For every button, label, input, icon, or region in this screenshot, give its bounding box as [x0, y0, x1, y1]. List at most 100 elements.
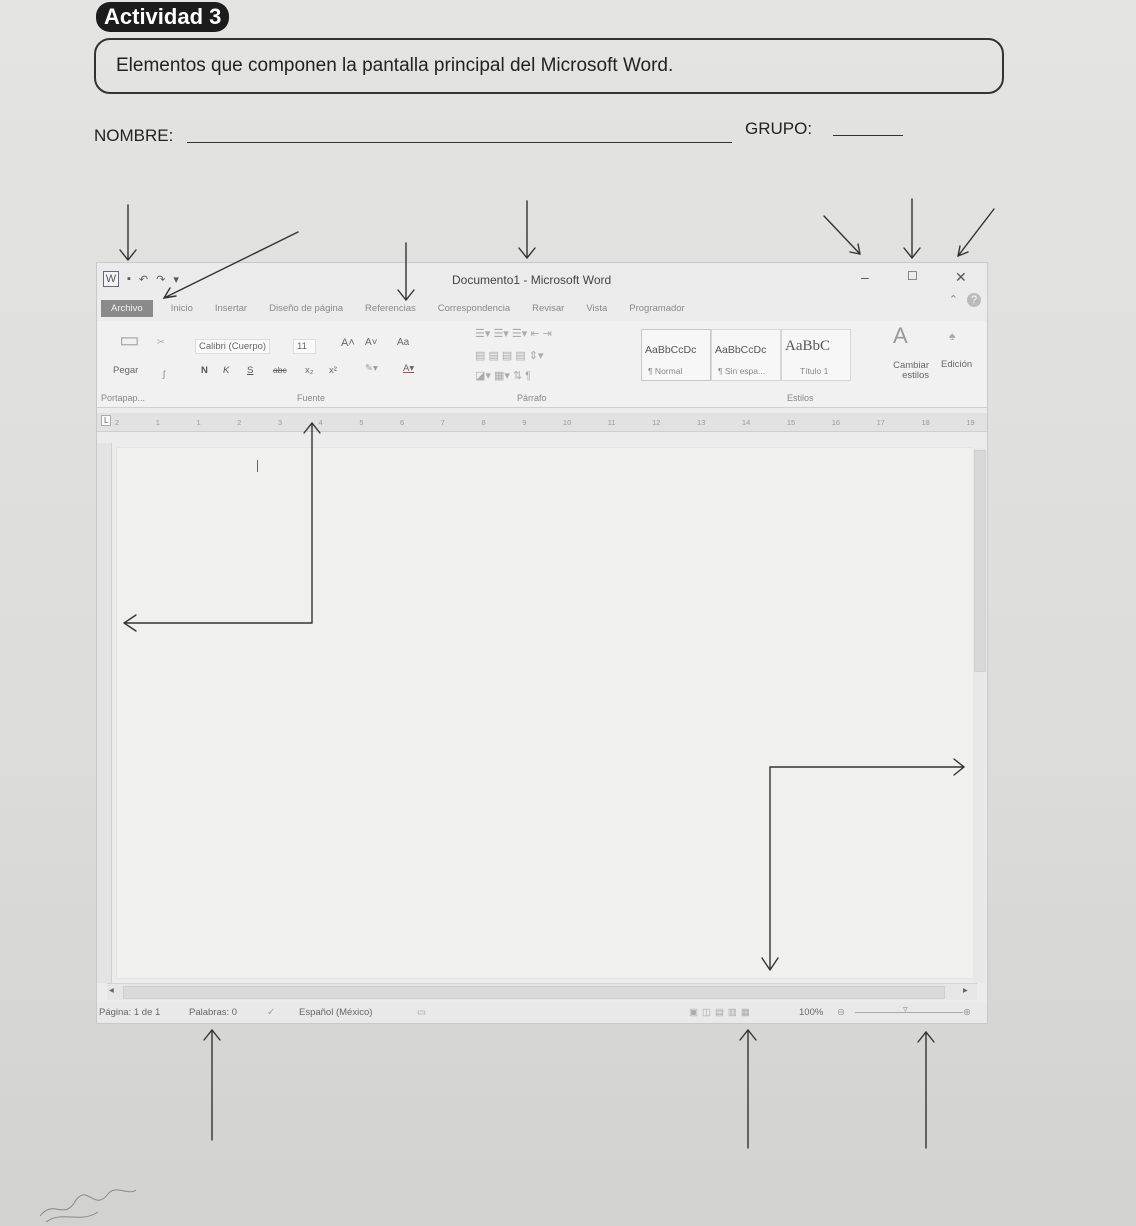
- status-language[interactable]: Español (México): [299, 1007, 372, 1018]
- horizontal-scroll-thumb[interactable]: [123, 986, 945, 999]
- arrow-statusbar: [203, 1028, 221, 1141]
- strikethrough-button[interactable]: abc: [273, 365, 287, 375]
- ruler-number: 13: [697, 417, 706, 427]
- arrow-zoom: [917, 1030, 935, 1149]
- horizontal-ruler[interactable]: L 2 1 1 2 3 4 5 6 7 8 9 10 11 12 13 14 15 16 17 18 19: [97, 413, 987, 432]
- arrow-view-buttons: [739, 1028, 757, 1149]
- macro-record-icon[interactable]: ▭: [417, 1007, 426, 1018]
- font-size-select[interactable]: 11: [293, 339, 316, 354]
- change-case-button[interactable]: Aa: [397, 337, 409, 348]
- ruler-number: 2: [237, 417, 242, 427]
- style-sin-espaciado-sample: AaBbCcDc: [715, 344, 767, 356]
- shrink-font-button[interactable]: A˅: [365, 337, 378, 348]
- tab-diseno[interactable]: Diseño de página: [269, 303, 343, 314]
- change-styles-icon[interactable]: A: [893, 323, 908, 349]
- zoom-out-icon[interactable]: ⊖: [837, 1007, 845, 1018]
- grupo-label: GRUPO:: [745, 119, 813, 138]
- header-box: Elementos que componen la pantalla princ…: [94, 38, 1004, 94]
- editing-icon[interactable]: ♠: [949, 329, 955, 343]
- group-label-font: Fuente: [297, 393, 326, 403]
- word-logo-icon: W: [103, 271, 119, 287]
- zoom-in-icon[interactable]: ⊕: [963, 1007, 971, 1018]
- style-titulo-1-label: Título 1: [800, 366, 829, 376]
- arrow-minimize: [823, 215, 861, 255]
- arrow-word-icon: [119, 204, 137, 262]
- paste-button[interactable]: Pegar: [113, 365, 138, 376]
- spellcheck-icon[interactable]: ✓: [267, 1007, 275, 1018]
- ruler-number: 7: [440, 417, 445, 427]
- tab-inicio[interactable]: Inicio: [171, 303, 193, 314]
- tab-insertar[interactable]: Insertar: [215, 303, 247, 314]
- ruler-number: 16: [831, 417, 841, 427]
- zoom-slider[interactable]: [855, 1012, 963, 1013]
- close-button[interactable]: ✕: [955, 269, 967, 286]
- horizontal-scrollbar[interactable]: ◂ ▸: [107, 983, 977, 1000]
- style-titulo-1[interactable]: AaBbC Título 1: [781, 329, 851, 381]
- ruler-number: 6: [400, 417, 405, 427]
- nombre-line: [187, 142, 732, 143]
- status-zoom[interactable]: 100%: [799, 1007, 823, 1018]
- style-normal-sample: AaBbCcDc: [645, 344, 697, 356]
- tab-selector[interactable]: L: [101, 415, 112, 426]
- style-normal[interactable]: AaBbCcDc ¶ Normal: [641, 329, 711, 381]
- word-window: W ▪ ↶ ↷ ▾ Documento1 - Microsoft Word – …: [96, 262, 988, 1024]
- tab-programador[interactable]: Programador: [629, 303, 684, 314]
- format-painter-icon[interactable]: ʃ: [163, 369, 165, 380]
- status-words[interactable]: Palabras: 0: [189, 1007, 237, 1018]
- help-icons[interactable]: ⌃ ?: [949, 293, 981, 307]
- tab-vista[interactable]: Vista: [586, 303, 607, 314]
- ruler-number: 10: [562, 417, 572, 427]
- document-title: Documento1 - Microsoft Word: [452, 273, 612, 287]
- document-page[interactable]: [117, 448, 973, 978]
- shading-icons[interactable]: ◪▾ ▦▾ ⇅ ¶: [475, 369, 531, 382]
- scroll-right-icon[interactable]: ▸: [963, 985, 968, 996]
- vertical-scroll-thumb[interactable]: [974, 450, 986, 672]
- redo-icon[interactable]: ↷: [156, 273, 165, 286]
- change-styles-button[interactable]: Cambiar estilos: [883, 361, 929, 381]
- minimize-button[interactable]: –: [861, 269, 869, 285]
- ruler-number: 4: [318, 417, 323, 427]
- maximize-button[interactable]: ☐: [907, 269, 918, 283]
- style-sin-espaciado-label: ¶ Sin espa...: [718, 366, 766, 376]
- bullets-icon[interactable]: ☰▾ ☰▾ ☰▾ ⇤ ⇥: [475, 327, 552, 340]
- editing-button[interactable]: Edición: [941, 359, 972, 370]
- bold-button[interactable]: N: [201, 365, 208, 376]
- undo-icon[interactable]: ↶: [139, 273, 148, 286]
- tab-archivo[interactable]: Archivo: [101, 299, 153, 317]
- grow-font-button[interactable]: A˄: [341, 337, 355, 349]
- ruler-number: 5: [359, 417, 364, 427]
- help-icon[interactable]: ?: [967, 293, 981, 307]
- quick-access-toolbar[interactable]: W ▪ ↶ ↷ ▾: [103, 271, 179, 287]
- style-normal-label: ¶ Normal: [648, 366, 683, 376]
- underline-button[interactable]: S: [247, 365, 253, 376]
- cut-icon[interactable]: ✂: [157, 337, 165, 348]
- qat-dropdown-icon[interactable]: ▾: [173, 273, 179, 286]
- style-sin-espaciado[interactable]: AaBbCcDc ¶ Sin espa...: [711, 329, 781, 381]
- clipboard-icon[interactable]: ▭: [119, 327, 140, 353]
- align-icons[interactable]: ▤ ▤ ▤ ▤ ⇕▾: [475, 349, 544, 362]
- font-name-select[interactable]: Calibri (Cuerpo): [195, 339, 271, 354]
- tab-revisar[interactable]: Revisar: [532, 303, 564, 314]
- subscript-button[interactable]: x₂: [305, 365, 313, 376]
- tab-referencias[interactable]: Referencias: [365, 303, 416, 314]
- ruler-number: 11: [607, 417, 616, 427]
- vertical-scrollbar[interactable]: [973, 448, 986, 983]
- italic-button[interactable]: K: [223, 365, 229, 376]
- status-page[interactable]: Página: 1 de 1: [99, 1007, 160, 1018]
- ruler-number: 19: [966, 417, 975, 427]
- save-icon[interactable]: ▪: [127, 273, 131, 285]
- arrow-title: [518, 200, 536, 260]
- view-buttons-icon[interactable]: ▣◫▤▥▦: [689, 1007, 754, 1018]
- scroll-left-icon[interactable]: ◂: [109, 985, 114, 996]
- arrow-maximize: [903, 198, 921, 260]
- worksheet-paper: Actividad 3 Elementos que componen la pa…: [0, 0, 1136, 1226]
- font-color-icon[interactable]: A▾: [403, 363, 414, 374]
- ribbon-tabs: Archivo Inicio Insertar Diseño de página…: [97, 297, 987, 319]
- tab-correspondencia[interactable]: Correspondencia: [438, 303, 510, 314]
- minimize-ribbon-icon[interactable]: ⌃: [949, 294, 958, 306]
- zoom-slider-handle-icon[interactable]: ▿: [903, 1004, 908, 1015]
- superscript-button[interactable]: x²: [329, 365, 337, 376]
- vertical-ruler[interactable]: [97, 443, 112, 983]
- header-text: Elementos que componen la pantalla princ…: [116, 55, 674, 76]
- highlight-icon[interactable]: ✎▾: [365, 363, 378, 374]
